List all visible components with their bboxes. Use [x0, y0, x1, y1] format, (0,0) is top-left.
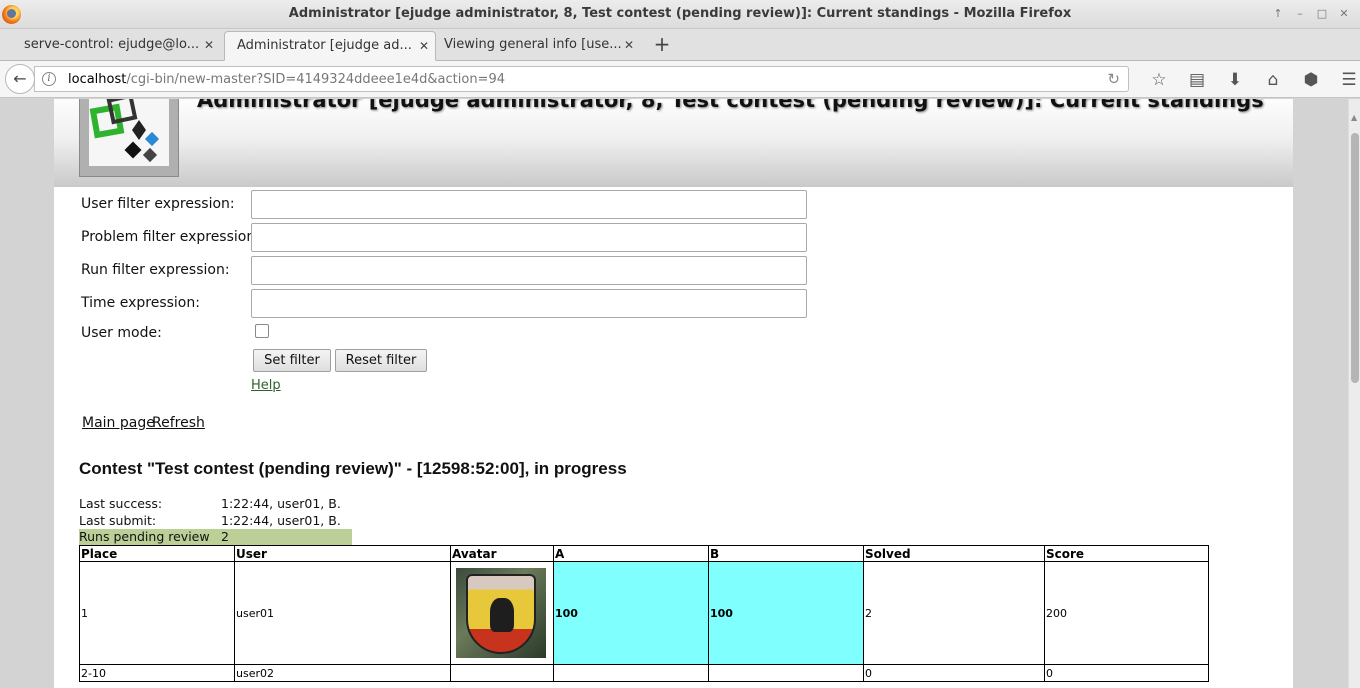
- set-filter-button[interactable]: Set filter: [253, 349, 331, 372]
- column-header-avatar: Avatar: [450, 545, 554, 562]
- close-icon[interactable]: ✕: [204, 31, 214, 59]
- reset-filter-button[interactable]: Reset filter: [335, 349, 427, 372]
- scroll-up-icon[interactable]: ▲: [1351, 113, 1357, 122]
- page-scrollbar[interactable]: ▲: [1348, 99, 1360, 688]
- tab-strip: serve-control: ejudge@lo... ✕ Administra…: [0, 29, 1360, 61]
- column-header-solved: Solved: [863, 545, 1045, 562]
- logo-graphic: [89, 99, 169, 166]
- last-submit-value: 1:22:44, user01, B.: [221, 513, 341, 528]
- standings-table: Place User Avatar A B Solved Score 1 use…: [79, 545, 1209, 682]
- user-cell[interactable]: user02: [234, 664, 451, 682]
- solved-cell: 2: [863, 561, 1045, 665]
- user-cell[interactable]: user01: [234, 561, 451, 665]
- url-text[interactable]: localhost/cgi-bin/new-master?SID=4149324…: [68, 72, 505, 87]
- navigation-bar: i localhost/cgi-bin/new-master?SID=41493…: [0, 61, 1360, 98]
- tab-label: serve-control: ejudge@lo...: [24, 37, 200, 52]
- last-success-value: 1:22:44, user01, B.: [221, 496, 341, 511]
- url-bar[interactable]: i localhost/cgi-bin/new-master?SID=41493…: [34, 66, 1129, 92]
- tab-label: Administrator [ejudge ad...: [237, 38, 412, 53]
- window-minimize-icon[interactable]: –: [1290, 5, 1310, 23]
- pending-review-value: 2: [221, 529, 229, 544]
- column-header-problem-a: A: [553, 545, 709, 562]
- pocket-icon[interactable]: ⬢: [1292, 68, 1330, 92]
- problem-filter-label: Problem filter expression:: [81, 229, 260, 245]
- user-mode-checkbox[interactable]: [255, 324, 269, 338]
- time-expression-input[interactable]: [251, 289, 807, 318]
- download-icon[interactable]: ⬇: [1216, 68, 1254, 92]
- close-icon[interactable]: ✕: [624, 31, 634, 59]
- toolbar-icons: ☆ ▤ ⬇ ⌂ ⬢ ☰: [1140, 68, 1360, 92]
- avatar-cell: [450, 561, 554, 665]
- refresh-link[interactable]: Refresh: [152, 415, 205, 431]
- tab-serve-control[interactable]: serve-control: ejudge@lo... ✕: [12, 31, 220, 61]
- help-link[interactable]: Help: [251, 378, 281, 393]
- score-cell: 200: [1044, 561, 1209, 665]
- problem-a-cell: [553, 664, 709, 682]
- column-header-problem-b: B: [708, 545, 864, 562]
- problem-b-cell: [708, 664, 864, 682]
- last-success-label: Last success:: [79, 496, 163, 511]
- window-title: Administrator [ejudge administrator, 8, …: [288, 6, 1072, 21]
- main-page-link[interactable]: Main page: [82, 415, 155, 431]
- column-header-user: User: [234, 545, 451, 562]
- window-titlebar: Administrator [ejudge administrator, 8, …: [0, 0, 1360, 29]
- menu-icon[interactable]: ☰: [1330, 68, 1360, 92]
- problem-filter-input[interactable]: [251, 223, 807, 252]
- reload-icon[interactable]: ↻: [1107, 70, 1120, 88]
- new-tab-button[interactable]: +: [651, 31, 673, 59]
- user-filter-label: User filter expression:: [81, 196, 235, 212]
- column-header-place: Place: [79, 545, 235, 562]
- solved-cell: 0: [863, 664, 1045, 682]
- table-row: 2-10 user02 0 0: [79, 664, 1209, 682]
- close-icon[interactable]: ✕: [419, 32, 429, 60]
- contest-title: Contest "Test contest (pending review)" …: [79, 459, 627, 478]
- pending-review-label: Runs pending review: [79, 529, 210, 544]
- run-filter-input[interactable]: [251, 256, 807, 285]
- tab-administrator[interactable]: Administrator [ejudge ad... ✕: [224, 31, 436, 61]
- problem-b-cell: 100: [708, 561, 864, 665]
- ejudge-logo: [79, 99, 179, 177]
- page-title: Administrator [ejudge administrator, 8, …: [197, 99, 1264, 112]
- avatar-cell: [450, 664, 554, 682]
- window-close-icon[interactable]: ✕: [1334, 5, 1354, 23]
- place-cell: 1: [79, 561, 235, 665]
- page-header: Administrator [ejudge administrator, 8, …: [54, 99, 1293, 187]
- avatar: [456, 568, 546, 658]
- standings-header-row: Place User Avatar A B Solved Score: [79, 545, 1209, 562]
- time-expression-label: Time expression:: [81, 295, 200, 311]
- tab-label: Viewing general info [use...: [444, 37, 622, 52]
- reader-view-icon[interactable]: ▤: [1178, 68, 1216, 92]
- bookmark-star-icon[interactable]: ☆: [1140, 68, 1178, 92]
- scrollbar-thumb[interactable]: [1351, 133, 1359, 383]
- table-row: 1 user01 100 100 2 200: [79, 561, 1209, 665]
- user-filter-input[interactable]: [251, 190, 807, 219]
- info-icon[interactable]: i: [42, 72, 56, 86]
- column-header-score: Score: [1044, 545, 1209, 562]
- window-up-icon[interactable]: ↑: [1268, 5, 1288, 23]
- place-cell: 2-10: [79, 664, 235, 682]
- score-cell: 0: [1044, 664, 1209, 682]
- home-icon[interactable]: ⌂: [1254, 68, 1292, 92]
- url-host: localhost: [68, 72, 127, 87]
- last-submit-label: Last submit:: [79, 513, 157, 528]
- window-maximize-icon[interactable]: □: [1312, 5, 1332, 23]
- run-filter-label: Run filter expression:: [81, 262, 230, 278]
- back-button[interactable]: ←: [5, 64, 35, 94]
- problem-a-cell: 100: [553, 561, 709, 665]
- page-viewport: Administrator [ejudge administrator, 8, …: [0, 99, 1348, 688]
- window-controls: ↑ – □ ✕: [1268, 5, 1354, 23]
- tab-viewing-general-info[interactable]: Viewing general info [use... ✕: [432, 31, 640, 61]
- url-path: /cgi-bin/new-master?SID=4149324ddeee1e4d…: [126, 72, 505, 87]
- page-content: Administrator [ejudge administrator, 8, …: [54, 99, 1293, 688]
- pending-review-row: Runs pending review 2: [79, 529, 352, 545]
- user-mode-label: User mode:: [81, 325, 162, 341]
